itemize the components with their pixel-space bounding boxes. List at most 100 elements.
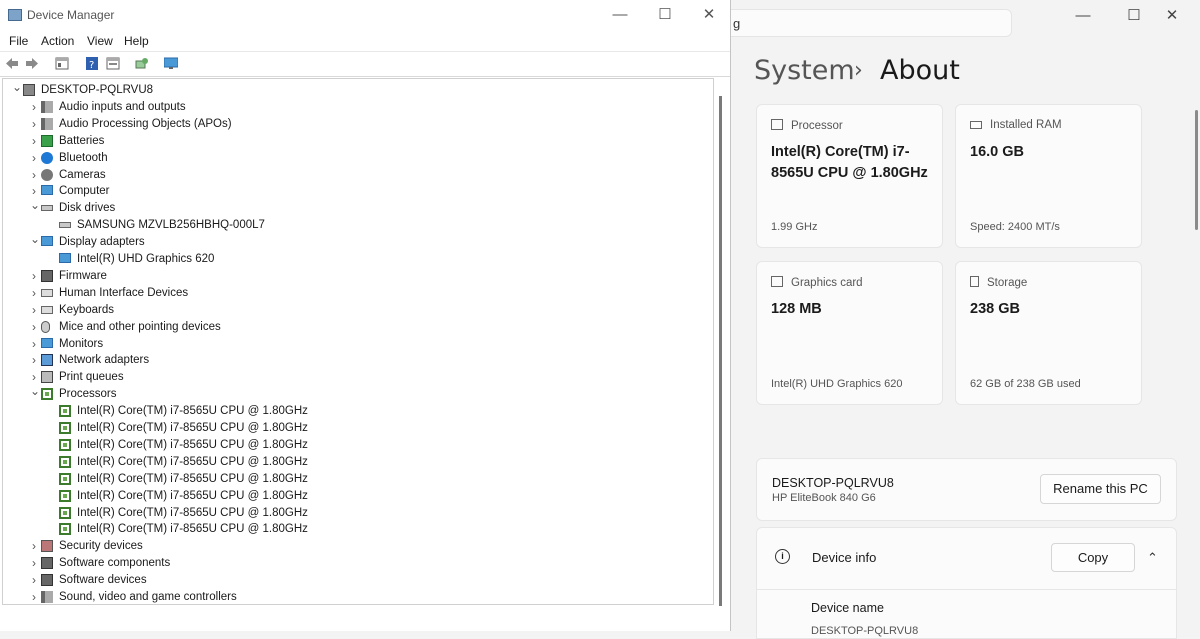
pc-name-card: DESKTOP-PQLRVU8 HP EliteBook 840 G6 Rena… [756, 458, 1177, 521]
tree-item-label: Security devices [59, 540, 143, 553]
speaker-icon [41, 117, 53, 130]
scan-hardware-icon[interactable] [135, 57, 149, 70]
properties-icon[interactable] [55, 57, 69, 70]
info-icon: i [775, 549, 790, 564]
dm-close-button[interactable]: ✕ [689, 5, 729, 25]
processor-speed: 1.99 GHz [771, 221, 818, 233]
breadcrumb-parent[interactable]: System [754, 55, 855, 86]
chip-icon [41, 574, 53, 587]
chevron-right-icon[interactable]: › [30, 555, 38, 572]
storage-header: Storage [987, 277, 1028, 289]
chevron-right-icon[interactable]: › [30, 589, 38, 604]
settings-close-button[interactable]: ✕ [1155, 8, 1189, 24]
chevron-up-icon[interactable]: ⌃ [1147, 550, 1158, 566]
keyboard-icon [41, 288, 53, 297]
processor-icon [59, 489, 71, 502]
network-icon [41, 354, 53, 367]
chevron-down-icon[interactable]: ⌄ [30, 231, 40, 248]
tree-item-label: Intel(R) Core(TM) i7-8565U CPU @ 1.80GHz [77, 405, 308, 418]
chevron-down-icon[interactable]: ⌄ [30, 197, 40, 214]
chevron-right-icon[interactable]: › [30, 302, 38, 319]
settings-search-input[interactable]: g [720, 9, 1012, 37]
monitor-icon [771, 276, 783, 287]
rename-pc-button[interactable]: Rename this PC [1040, 474, 1161, 504]
tree-item-label: Keyboards [59, 303, 114, 316]
printer-icon [41, 371, 53, 384]
tree-item-label: SAMSUNG MZVLB256HBHQ-000L7 [77, 219, 265, 232]
device-info-header[interactable]: i Device info Copy ⌃ [756, 527, 1177, 590]
tree-item-label: Network adapters [59, 354, 150, 367]
settings-minimize-button[interactable]: — [1066, 8, 1100, 24]
settings-scrollbar[interactable] [1195, 110, 1198, 230]
processor-card: Processor Intel(R) Core(TM) i7-8565U CPU… [756, 104, 943, 248]
tree-item-label: Intel(R) Core(TM) i7-8565U CPU @ 1.80GHz [77, 472, 308, 485]
processor-value: Intel(R) Core(TM) i7-8565U CPU @ 1.80GHz [771, 144, 928, 181]
chevron-right-icon[interactable]: › [30, 99, 38, 116]
processor-icon [59, 405, 71, 418]
tree-item-label: Intel(R) Core(TM) i7-8565U CPU @ 1.80GHz [77, 422, 308, 434]
chevron-right-icon[interactable]: › [30, 167, 38, 184]
chevron-right-icon[interactable]: › [30, 572, 38, 589]
forward-arrow-icon[interactable] [25, 57, 39, 70]
settings-window: g — ☐ ✕ System › About Processor Intel(R… [720, 0, 1200, 639]
disk-icon [41, 205, 53, 212]
pc-name: DESKTOP-PQLRVU8 [772, 476, 894, 490]
dm-horizontal-scrollbar[interactable] [2, 606, 726, 622]
dm-minimize-button[interactable]: — [600, 5, 640, 25]
dm-vertical-scrollbar[interactable] [716, 78, 726, 610]
chevron-right-icon[interactable]: › [30, 268, 38, 285]
tree-item-label: Display adapters [59, 236, 145, 249]
chevron-right-icon[interactable]: › [30, 285, 38, 302]
page-title: About [880, 55, 960, 86]
device-name-value: DESKTOP-PQLRVU8 [811, 625, 919, 637]
tree-item-label: Intel(R) Core(TM) i7-8565U CPU @ 1.80GHz [77, 455, 308, 468]
menu-view[interactable]: View [87, 34, 113, 48]
menu-action[interactable]: Action [41, 34, 74, 48]
menu-file[interactable]: File [9, 34, 28, 48]
tree-item-label: Intel(R) Core(TM) i7-8565U CPU @ 1.80GHz [77, 489, 308, 502]
chevron-right-icon[interactable]: › [30, 133, 38, 150]
processor-icon [59, 455, 71, 468]
tree-item-label: Intel(R) UHD Graphics 620 [77, 253, 215, 265]
tree-item-label: Processors [59, 388, 117, 401]
show-hidden-icon[interactable] [106, 57, 120, 70]
device-tree[interactable]: ⌄ DESKTOP-PQLRVU8 › Audio inputs and output… [2, 78, 714, 605]
storage-icon [970, 276, 979, 287]
storage-card: Storage 238 GB 62 GB of 238 GB used [955, 261, 1142, 405]
speaker-icon [41, 100, 53, 113]
menu-help[interactable]: Help [124, 34, 149, 48]
monitor-icon[interactable] [164, 57, 178, 70]
settings-maximize-button[interactable]: ☐ [1117, 8, 1151, 24]
dm-titlebar[interactable]: Device Manager — ☐ ✕ [0, 0, 730, 30]
device-name-label: Device name [811, 601, 884, 615]
processor-icon [59, 438, 71, 451]
chevron-right-icon[interactable]: › [30, 116, 38, 133]
tree-item-label: Monitors [59, 337, 104, 350]
chip-icon [41, 557, 53, 570]
copy-button[interactable]: Copy [1051, 543, 1135, 572]
tree-item-label: Disk drives [59, 202, 116, 215]
dm-maximize-button[interactable]: ☐ [645, 5, 685, 25]
tree-item-label: Intel(R) Core(TM) i7-8565U CPU @ 1.80GHz [77, 523, 308, 536]
graphics-header: Graphics card [791, 277, 863, 289]
chevron-down-icon[interactable]: ⌄ [12, 79, 22, 96]
computer-icon [23, 84, 35, 96]
tree-item-label: Intel(R) Core(TM) i7-8565U CPU @ 1.80GHz [77, 506, 308, 519]
camera-icon [41, 168, 53, 181]
disk-icon [59, 222, 71, 229]
chevron-right-icon[interactable]: › [30, 538, 38, 555]
chevron-right-icon[interactable]: › [30, 352, 38, 369]
chevron-down-icon[interactable]: ⌄ [30, 383, 40, 400]
processor-icon [59, 506, 71, 519]
chevron-right-icon[interactable]: › [30, 150, 38, 167]
device-info-body: Device name DESKTOP-PQLRVU8 [756, 589, 1177, 639]
chevron-right-icon[interactable]: › [30, 319, 38, 336]
dm-scroll-thumb[interactable] [719, 96, 722, 610]
back-arrow-icon[interactable] [5, 57, 19, 70]
monitor-icon [41, 185, 53, 196]
chevron-right-icon[interactable]: › [30, 336, 38, 353]
graphics-value: 128 MB [771, 301, 822, 317]
svg-text:?: ? [89, 60, 94, 70]
help-icon[interactable]: ? [85, 57, 99, 70]
monitor-icon [41, 337, 53, 348]
